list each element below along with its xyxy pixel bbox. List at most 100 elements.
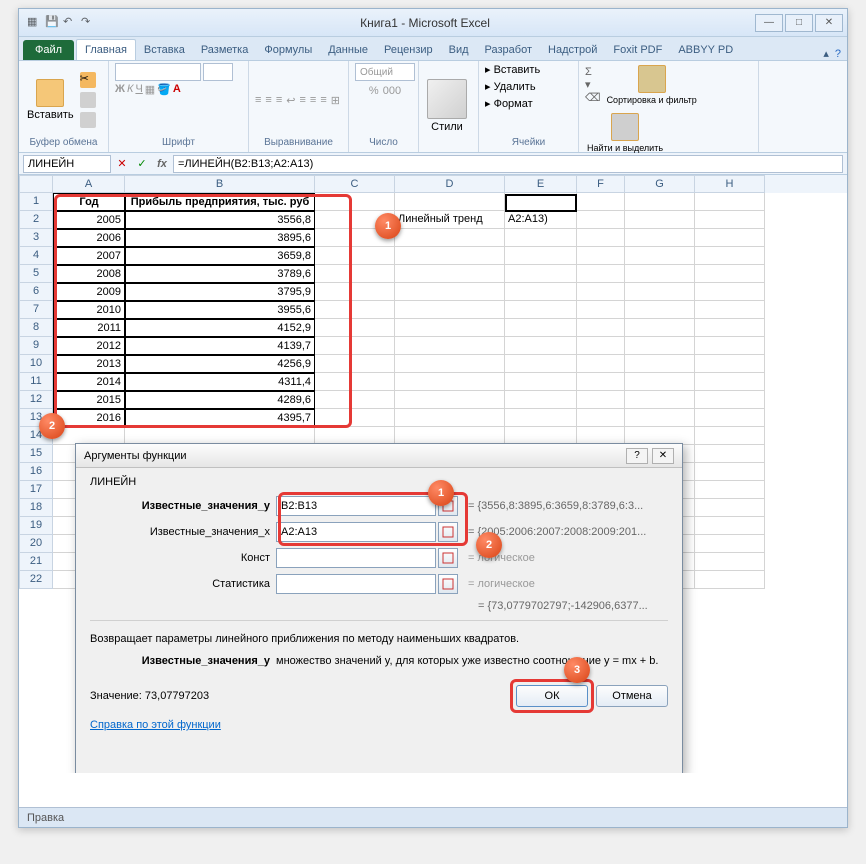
- cancel-formula-icon[interactable]: ✕: [113, 155, 131, 173]
- align-tc-icon[interactable]: ≡: [265, 94, 271, 106]
- underline-icon[interactable]: Ч: [135, 83, 142, 96]
- cell-H9[interactable]: [695, 337, 765, 355]
- cell-G6[interactable]: [625, 283, 695, 301]
- sort-button[interactable]: Сортировка и фильтр: [605, 63, 699, 107]
- cell-H22[interactable]: [695, 571, 765, 589]
- cell-A4[interactable]: 2007: [53, 247, 125, 265]
- styles-button[interactable]: Стили: [425, 77, 469, 135]
- file-tab[interactable]: Файл: [23, 40, 74, 60]
- cell-A6[interactable]: 2009: [53, 283, 125, 301]
- align-c-icon[interactable]: ≡: [310, 94, 316, 106]
- tab-home[interactable]: Главная: [76, 39, 136, 60]
- cell-H20[interactable]: [695, 535, 765, 553]
- currency-icon[interactable]: %: [369, 85, 379, 97]
- cell-B7[interactable]: 3955,6: [125, 301, 315, 319]
- cell-A7[interactable]: 2010: [53, 301, 125, 319]
- col-B[interactable]: B: [125, 175, 315, 193]
- cell-E12[interactable]: [505, 391, 577, 409]
- redo-icon[interactable]: ↷: [81, 15, 97, 31]
- cell-A3[interactable]: 2006: [53, 229, 125, 247]
- row-header[interactable]: 12: [19, 391, 53, 409]
- cell-G10[interactable]: [625, 355, 695, 373]
- cell-C10[interactable]: [315, 355, 395, 373]
- cell-G13[interactable]: [625, 409, 695, 427]
- cell-H14[interactable]: [695, 427, 765, 445]
- size-select[interactable]: [203, 63, 233, 81]
- cells-format[interactable]: ▸ Формат: [485, 97, 533, 110]
- cell-B13[interactable]: 4395,7: [125, 409, 315, 427]
- cell-H8[interactable]: [695, 319, 765, 337]
- cell-E4[interactable]: [505, 247, 577, 265]
- cell-E13[interactable]: [505, 409, 577, 427]
- cell-C1[interactable]: [315, 193, 395, 211]
- align-tr-icon[interactable]: ≡: [276, 94, 282, 106]
- cell-H16[interactable]: [695, 463, 765, 481]
- copy-icon[interactable]: [80, 92, 96, 108]
- cell-A12[interactable]: 2015: [53, 391, 125, 409]
- cell-E8[interactable]: [505, 319, 577, 337]
- cell-H4[interactable]: [695, 247, 765, 265]
- arg1-input[interactable]: B2:B13: [276, 496, 436, 516]
- cell-H12[interactable]: [695, 391, 765, 409]
- cell-F11[interactable]: [577, 373, 625, 391]
- cell-D2[interactable]: Линейный тренд: [395, 211, 505, 229]
- cell-E3[interactable]: [505, 229, 577, 247]
- cell-C13[interactable]: [315, 409, 395, 427]
- tab-review[interactable]: Рецензир: [376, 40, 441, 60]
- row-header[interactable]: 6: [19, 283, 53, 301]
- cell-H19[interactable]: [695, 517, 765, 535]
- cell-G2[interactable]: [625, 211, 695, 229]
- cell-F12[interactable]: [577, 391, 625, 409]
- cell-E7[interactable]: [505, 301, 577, 319]
- enter-formula-icon[interactable]: ✓: [133, 155, 151, 173]
- cell-A5[interactable]: 2008: [53, 265, 125, 283]
- col-G[interactable]: G: [625, 175, 695, 193]
- cell-D12[interactable]: [395, 391, 505, 409]
- col-A[interactable]: A: [53, 175, 125, 193]
- row-header[interactable]: 22: [19, 571, 53, 589]
- paste-button[interactable]: Вставить: [25, 77, 76, 123]
- cell-E6[interactable]: [505, 283, 577, 301]
- cell-B11[interactable]: 4311,4: [125, 373, 315, 391]
- ok-button[interactable]: ОК: [516, 685, 588, 707]
- close-button[interactable]: ✕: [815, 14, 843, 32]
- cell-F5[interactable]: [577, 265, 625, 283]
- cell-E11[interactable]: [505, 373, 577, 391]
- select-all-corner[interactable]: [19, 175, 53, 193]
- minimize-button[interactable]: —: [755, 14, 783, 32]
- cell-E5[interactable]: [505, 265, 577, 283]
- col-E[interactable]: E: [505, 175, 577, 193]
- cell-C11[interactable]: [315, 373, 395, 391]
- cell-G7[interactable]: [625, 301, 695, 319]
- cell-A9[interactable]: 2012: [53, 337, 125, 355]
- arg4-range-button[interactable]: [438, 574, 458, 594]
- cells-insert[interactable]: ▸ Вставить: [485, 63, 540, 76]
- row-header[interactable]: 15: [19, 445, 53, 463]
- cell-A1[interactable]: Год: [53, 193, 125, 211]
- cell-F7[interactable]: [577, 301, 625, 319]
- cell-G11[interactable]: [625, 373, 695, 391]
- row-header[interactable]: 4: [19, 247, 53, 265]
- tab-view[interactable]: Вид: [441, 40, 477, 60]
- number-format[interactable]: Общий: [355, 63, 415, 81]
- cell-E2[interactable]: A2:A13): [505, 211, 577, 229]
- dialog-help-icon[interactable]: ?: [626, 448, 648, 464]
- function-help-link[interactable]: Справка по этой функции: [90, 719, 668, 731]
- cell-B9[interactable]: 4139,7: [125, 337, 315, 355]
- cell-G8[interactable]: [625, 319, 695, 337]
- cell-A11[interactable]: 2014: [53, 373, 125, 391]
- cell-D9[interactable]: [395, 337, 505, 355]
- cell-E10[interactable]: [505, 355, 577, 373]
- cell-C5[interactable]: [315, 265, 395, 283]
- cell-H6[interactable]: [695, 283, 765, 301]
- row-header[interactable]: 11: [19, 373, 53, 391]
- border-icon[interactable]: ▦: [145, 83, 155, 96]
- cell-F6[interactable]: [577, 283, 625, 301]
- cell-H3[interactable]: [695, 229, 765, 247]
- cell-G3[interactable]: [625, 229, 695, 247]
- cell-D4[interactable]: [395, 247, 505, 265]
- row-header[interactable]: 21: [19, 553, 53, 571]
- tab-insert[interactable]: Вставка: [136, 40, 193, 60]
- col-C[interactable]: C: [315, 175, 395, 193]
- row-header[interactable]: 8: [19, 319, 53, 337]
